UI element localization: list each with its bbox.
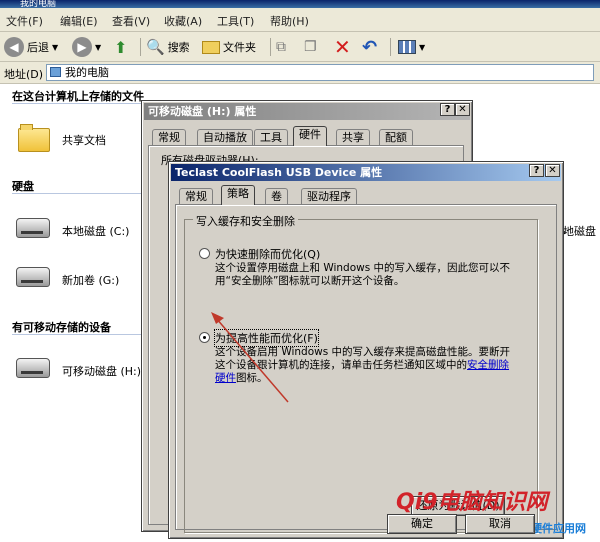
tab-policies[interactable]: 策略	[221, 185, 255, 205]
watermark-left: Qi9电脑知识网	[396, 490, 548, 515]
annotation-arrow-head	[211, 312, 224, 324]
annotation-arrow	[211, 312, 289, 403]
cancel-button[interactable]: 取消	[465, 514, 535, 534]
ok-button[interactable]: 确定	[387, 514, 457, 534]
annotation-arrow-line	[215, 317, 289, 403]
tab-hardware[interactable]: 硬件	[293, 126, 327, 146]
